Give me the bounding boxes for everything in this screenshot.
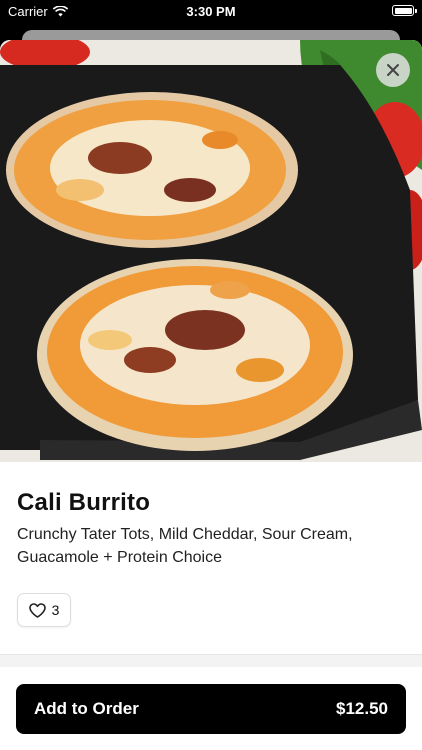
item-description: Crunchy Tater Tots, Mild Cheddar, Sour C… <box>17 526 353 566</box>
close-button[interactable] <box>376 53 410 87</box>
order-price: $12.50 <box>336 699 388 718</box>
like-button[interactable]: 3 <box>17 593 71 627</box>
status-bar: Carrier 3:30 PM <box>0 0 422 22</box>
item-detail-sheet: Cali Burrito Crunchy Tater Tots, Mild Ch… <box>0 40 422 750</box>
add-to-order-button[interactable]: Add to Order $12.50 <box>16 684 406 734</box>
add-to-order-label: Add to Order <box>34 699 139 718</box>
heart-icon <box>28 602 46 618</box>
section-divider <box>0 654 422 667</box>
battery-icon <box>392 5 417 16</box>
status-time: 3:30 PM <box>186 4 236 19</box>
item-title: Cali Burrito <box>17 489 151 516</box>
hero-image <box>0 40 422 462</box>
burrito-photo <box>0 40 422 462</box>
close-icon <box>387 64 399 76</box>
like-count: 3 <box>51 602 60 618</box>
